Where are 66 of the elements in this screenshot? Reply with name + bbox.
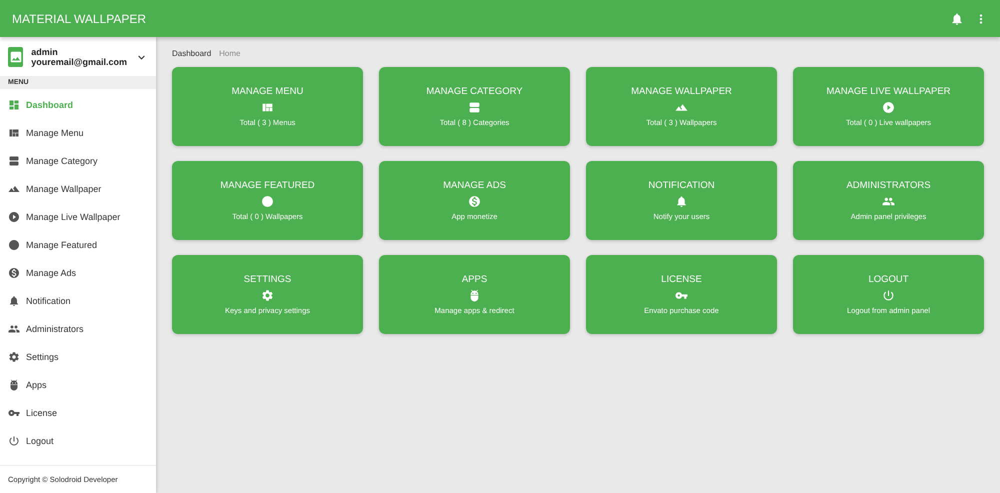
sidebar-label: Manage Menu bbox=[26, 128, 84, 138]
card-title: SETTINGS bbox=[244, 274, 292, 285]
dashboard-icon bbox=[8, 99, 20, 111]
card-title: MANAGE ADS bbox=[443, 180, 506, 191]
avatar-icon bbox=[8, 47, 24, 67]
sidebar-label: Apps bbox=[26, 380, 47, 390]
circle-icon bbox=[8, 239, 20, 251]
card-title: MANAGE LIVE WALLPAPER bbox=[826, 86, 951, 97]
power-icon bbox=[8, 435, 20, 447]
sidebar-item[interactable]: Manage Ads bbox=[0, 259, 156, 287]
sidebar-item[interactable]: Logout bbox=[0, 427, 156, 455]
sidebar-item[interactable]: Administrators bbox=[0, 315, 156, 343]
sidebar-item[interactable]: Manage Menu bbox=[0, 119, 156, 147]
card-title: MANAGE CATEGORY bbox=[426, 86, 523, 97]
card-title: LOGOUT bbox=[868, 274, 909, 285]
agenda-icon bbox=[468, 101, 481, 114]
card-title: NOTIFICATION bbox=[648, 180, 715, 191]
sidebar-label: Settings bbox=[26, 352, 59, 362]
quilt-icon bbox=[261, 101, 274, 114]
bell-icon[interactable] bbox=[950, 12, 964, 26]
sidebar-label: Notification bbox=[26, 296, 71, 306]
bell-icon bbox=[8, 295, 20, 307]
play-icon bbox=[8, 211, 20, 223]
sidebar-item[interactable]: Settings bbox=[0, 343, 156, 371]
card-title: APPS bbox=[462, 274, 488, 285]
user-email: youremail@gmail.com bbox=[31, 57, 127, 67]
dollar-icon bbox=[8, 267, 20, 279]
sidebar-label: Manage Live Wallpaper bbox=[26, 212, 120, 222]
people-icon bbox=[8, 323, 20, 335]
sidebar-item[interactable]: Apps bbox=[0, 371, 156, 399]
settings-icon bbox=[8, 351, 20, 363]
dollar-icon bbox=[468, 195, 481, 208]
app-title: MATERIAL WALLPAPER bbox=[12, 12, 148, 26]
card-title: ADMINISTRATORS bbox=[846, 180, 931, 191]
bell-icon bbox=[675, 195, 688, 208]
quilt-icon bbox=[8, 127, 20, 139]
android-icon bbox=[8, 379, 20, 391]
card-title: MANAGE WALLPAPER bbox=[631, 86, 732, 97]
sidebar-label: Manage Featured bbox=[26, 240, 98, 250]
key-icon bbox=[8, 407, 20, 419]
agenda-icon bbox=[8, 155, 20, 167]
sidebar-label: Administrators bbox=[26, 324, 84, 334]
circle-icon bbox=[261, 195, 274, 208]
user-name: admin bbox=[31, 47, 59, 57]
card-title: LICENSE bbox=[661, 274, 702, 285]
breadcrumb-item: Home bbox=[219, 49, 240, 58]
sidebar-label: License bbox=[26, 408, 58, 418]
sidebar-item[interactable]: Manage Wallpaper bbox=[0, 175, 156, 203]
play-icon bbox=[882, 101, 895, 114]
sidebar-label: Manage Ads bbox=[26, 268, 76, 278]
sidebar-item[interactable]: Manage Featured bbox=[0, 231, 156, 259]
sidebar-label: Logout bbox=[26, 436, 54, 446]
people-icon bbox=[882, 195, 895, 208]
card-title: MANAGE FEATURED bbox=[220, 180, 315, 191]
sidebar-label: Manage Wallpaper bbox=[26, 184, 102, 194]
sidebar-item[interactable]: License bbox=[0, 399, 156, 427]
sidebar-label: Manage Category bbox=[26, 156, 98, 166]
settings-icon bbox=[261, 289, 274, 302]
power-icon bbox=[882, 289, 895, 302]
sidebar-item[interactable]: Manage Category bbox=[0, 147, 156, 175]
android-icon bbox=[468, 289, 481, 302]
card-title: MANAGE MENU bbox=[232, 86, 304, 97]
sidebar-item[interactable]: Manage Live Wallpaper bbox=[0, 203, 156, 231]
sidebar-label: Dashboard bbox=[26, 100, 74, 110]
sidebar-item[interactable]: Notification bbox=[0, 287, 156, 315]
breadcrumb-item[interactable]: Dashboard bbox=[172, 49, 212, 58]
